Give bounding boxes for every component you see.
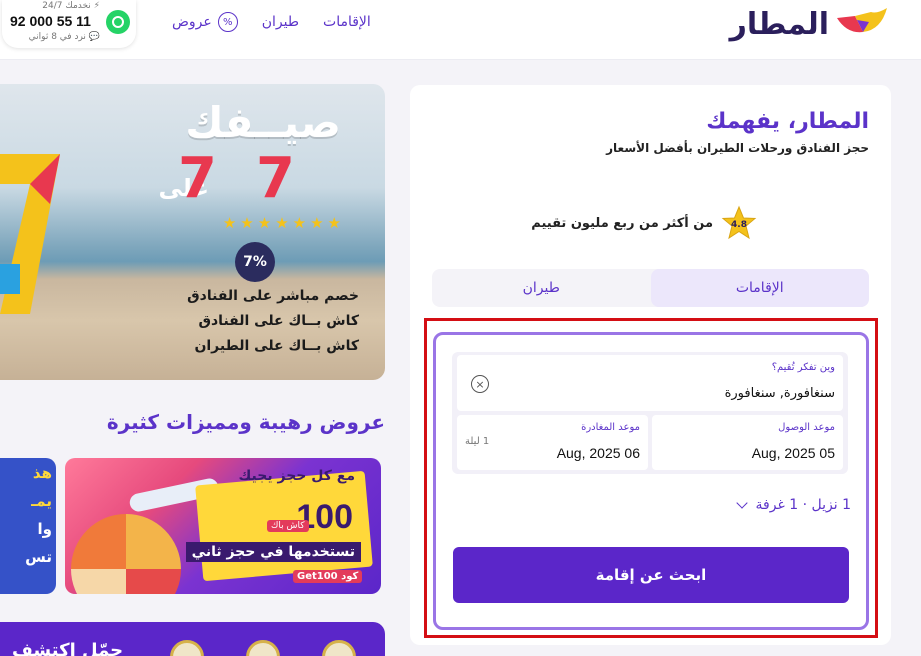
- cashback-promo-card[interactable]: مع كل حجز يجيك 100 كاش باك تستخدمها في ح…: [65, 458, 381, 594]
- app-download-banner[interactable]: حمّل اكتشف: [0, 622, 385, 656]
- promo2-line: هذ: [32, 464, 52, 482]
- checkout-field[interactable]: موعد المغادرة 06 Aug, 2025 1 ليلة: [457, 415, 648, 470]
- banner-seven-left: 7: [178, 146, 217, 211]
- nav-offers-label: عروض: [172, 14, 212, 30]
- nav-offers[interactable]: % عروض: [172, 12, 238, 32]
- banner-percent-badge: 7%: [235, 242, 275, 282]
- checkin-label: موعد الوصول: [778, 422, 835, 433]
- logo-icon: [833, 4, 891, 44]
- checkout-value: 06 Aug, 2025: [556, 445, 640, 461]
- banner-offer-3: كاش بــاك على الطيران: [194, 338, 359, 354]
- promo2-line: وا: [37, 520, 52, 538]
- promo2-line: يمـ: [31, 492, 52, 510]
- search-fields: وين تفكر تُقيم؟ سنغافورة, سنغافورة × موع…: [452, 352, 848, 474]
- fan-graphic: [71, 514, 181, 594]
- star-icon: ★: [222, 214, 237, 232]
- promo-card-partial[interactable]: هذ يمـ وا تس: [0, 458, 56, 594]
- header: المطار الإقامات طيران % عروض ⚡ نخدمك 24/…: [0, 0, 921, 60]
- star-icon: ★: [257, 214, 272, 232]
- logo[interactable]: المطار: [730, 4, 891, 44]
- logo-text: المطار: [729, 6, 830, 42]
- rating: 4.8 من أكثر من ربع مليون تقييم: [531, 205, 757, 241]
- checkin-value: 05 Aug, 2025: [751, 445, 835, 461]
- offers-section-title: عروض رهيبة ومميزات كثيرة: [106, 410, 385, 434]
- rating-text: من أكثر من ربع مليون تقييم: [531, 215, 713, 231]
- star-icon: ★: [240, 214, 254, 232]
- award-icon: [170, 640, 204, 656]
- percent-icon: %: [217, 12, 238, 32]
- promo1-line2: تستخدمها في حجز ثاني: [185, 542, 361, 562]
- destination-value[interactable]: سنغافورة, سنغافورة: [725, 386, 835, 401]
- search-tabs: الإقامات طيران: [432, 269, 869, 307]
- seven-graphic: [0, 144, 70, 314]
- star-icon: ★: [310, 214, 324, 232]
- banner-offer-2: كاش بــاك على الفنادق: [198, 313, 359, 329]
- card-title: المطار، يفهمك: [706, 109, 869, 134]
- contact-response-time: 💬 نرد في 8 ثواني: [28, 32, 100, 42]
- rating-star-icon: 4.8: [721, 205, 757, 241]
- promo1-line1: مع كل حجز يجيك: [238, 468, 355, 484]
- summer-promo-banner[interactable]: صيــفك 7 على 7 ★ ★ ★ ★ ★ ★ ★ 7% خصم مباش…: [0, 84, 385, 380]
- guests-selector[interactable]: 1 نزيل · 1 غرفة: [735, 497, 851, 513]
- rating-value: 4.8: [731, 220, 747, 230]
- clear-icon[interactable]: ×: [471, 375, 489, 393]
- contact-widget[interactable]: ⚡ نخدمك 24/7 92 000 55 11 💬 نرد في 8 ثوا…: [2, 0, 136, 48]
- checkin-field[interactable]: موعد الوصول 05 Aug, 2025: [652, 415, 843, 470]
- destination-field[interactable]: وين تفكر تُقيم؟ سنغافورة, سنغافورة ×: [457, 355, 843, 411]
- chevron-down-icon: [735, 497, 748, 509]
- banner-headline: صيــفك: [185, 98, 341, 147]
- promo1-cashback: كاش باك: [267, 520, 309, 532]
- whatsapp-icon[interactable]: [106, 10, 130, 34]
- app-download-text: حمّل اكتشف: [12, 640, 124, 656]
- contact-phone[interactable]: 92 000 55 11: [10, 13, 91, 29]
- nights-count: 1 ليلة: [465, 436, 490, 447]
- banner-stars: ★ ★ ★ ★ ★ ★ ★: [223, 214, 341, 232]
- destination-label: وين تفكر تُقيم؟: [771, 362, 835, 373]
- award-icon: [322, 640, 356, 656]
- promo2-line: تس: [25, 548, 52, 566]
- main-nav: الإقامات طيران % عروض: [172, 12, 371, 32]
- promo1-code: Get100 كود: [293, 570, 363, 583]
- star-icon: ★: [327, 214, 341, 232]
- tab-flights[interactable]: طيران: [432, 269, 651, 307]
- nav-stays[interactable]: الإقامات: [323, 14, 371, 30]
- checkout-label: موعد المغادرة: [581, 422, 640, 433]
- nav-flights[interactable]: طيران: [262, 14, 299, 30]
- star-icon: ★: [275, 214, 289, 232]
- tab-stays[interactable]: الإقامات: [650, 269, 869, 307]
- star-icon: ★: [292, 214, 307, 232]
- nav-flights-label: طيران: [261, 14, 300, 30]
- banner-offer-1: خصم مباشر على الفنادق: [187, 288, 359, 304]
- card-subtitle: حجز الفنادق ورحلات الطيران بأفضل الأسعار: [606, 141, 869, 155]
- award-icon: [246, 640, 280, 656]
- guests-label: 1 نزيل · 1 غرفة: [755, 497, 851, 513]
- nav-stays-label: الإقامات: [323, 14, 371, 30]
- banner-seven-right: 7: [256, 146, 295, 211]
- contact-availability: ⚡ نخدمك 24/7: [42, 1, 100, 11]
- search-button[interactable]: ابحث عن إقامة: [453, 547, 849, 603]
